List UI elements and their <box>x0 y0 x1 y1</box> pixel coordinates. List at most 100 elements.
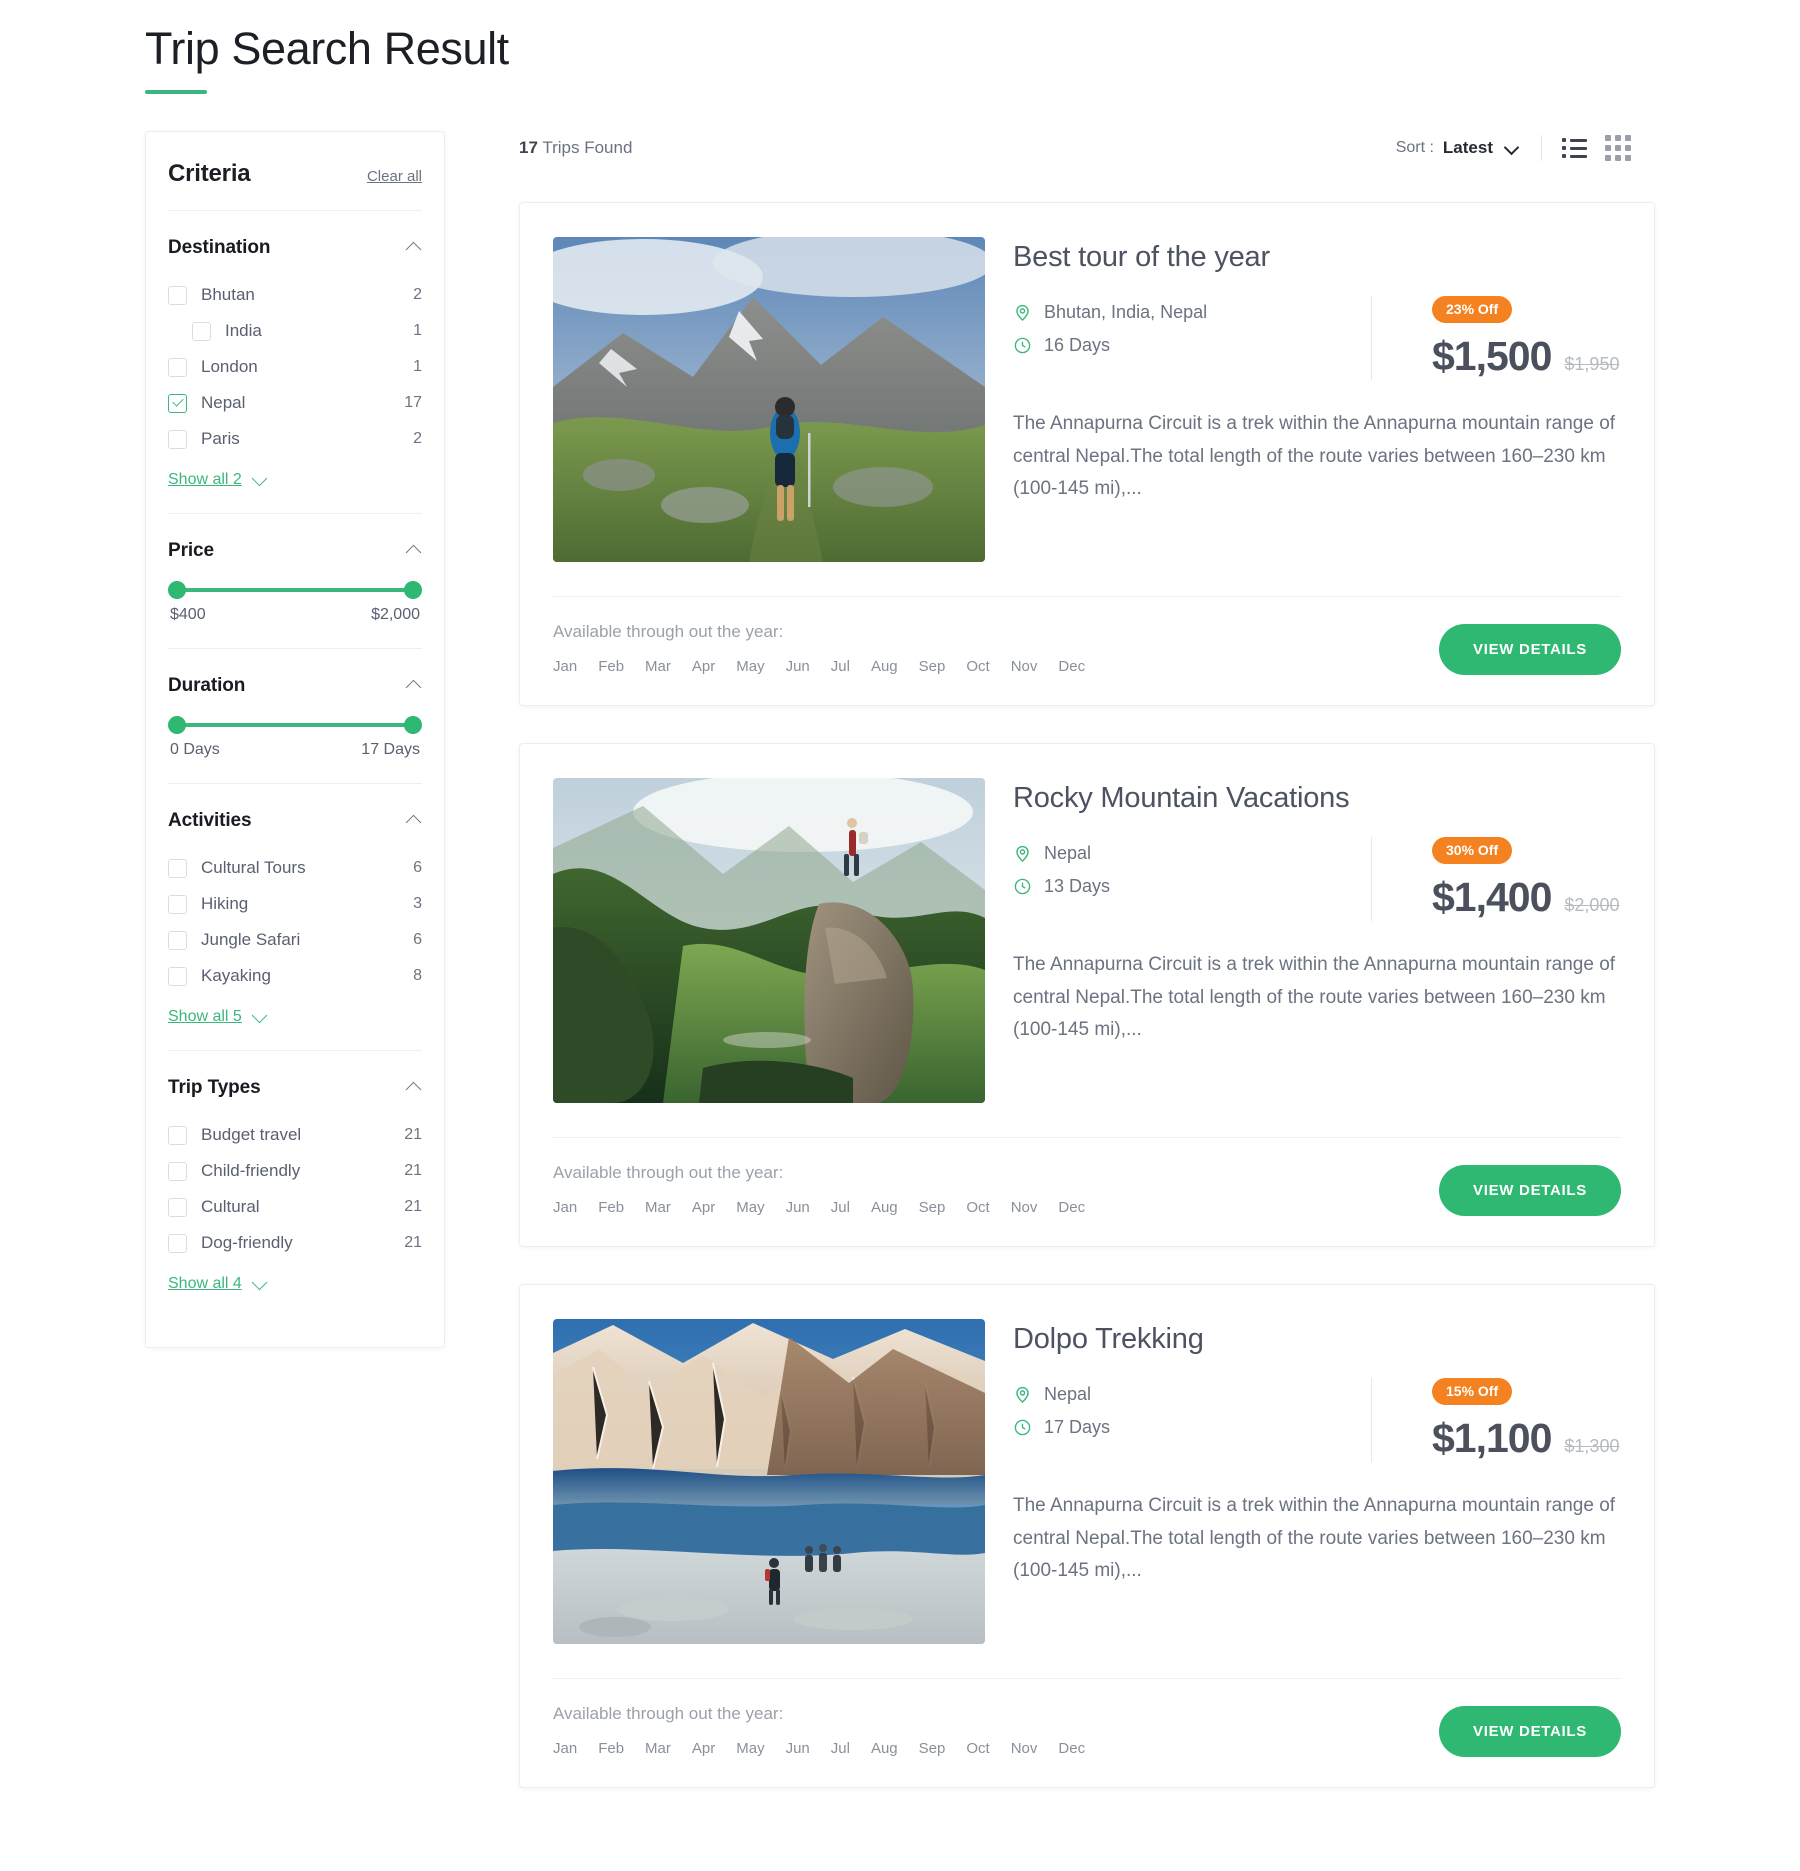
trip-thumbnail[interactable] <box>553 778 985 1103</box>
slider-handle-max[interactable] <box>404 581 422 599</box>
filter-option[interactable]: Hiking 3 <box>168 886 422 922</box>
filter-option[interactable]: Cultural 21 <box>168 1189 422 1225</box>
month-chip[interactable]: Sep <box>919 658 946 675</box>
trip-card[interactable]: Best tour of the year Bhutan, India, Nepa… <box>519 202 1655 706</box>
filter-option[interactable]: Budget travel 21 <box>168 1117 422 1153</box>
list-view-icon[interactable] <box>1562 138 1587 158</box>
chevron-down-icon[interactable] <box>252 472 268 488</box>
view-details-button[interactable]: VIEW DETAILS <box>1439 624 1621 675</box>
checkbox-icon[interactable] <box>168 357 187 377</box>
slider-handle-max[interactable] <box>404 716 422 734</box>
month-chip[interactable]: Apr <box>692 1199 715 1216</box>
chevron-up-icon[interactable] <box>406 813 422 829</box>
month-chip[interactable]: Oct <box>966 1199 989 1216</box>
checkbox-checked-icon[interactable] <box>168 393 187 413</box>
show-all-link[interactable]: Show all 4 <box>168 1275 422 1293</box>
month-chip[interactable]: Dec <box>1058 1199 1085 1216</box>
facet-header-3[interactable]: Activities <box>168 810 422 832</box>
checkbox-icon[interactable] <box>168 285 187 305</box>
clear-all-link[interactable]: Clear all <box>367 168 422 185</box>
month-chip[interactable]: Jul <box>831 1740 850 1757</box>
facet-header-2[interactable]: Duration <box>168 675 422 697</box>
month-chip[interactable]: Feb <box>598 1740 624 1757</box>
trip-card[interactable]: Rocky Mountain Vacations Nepal 13 Days 30% … <box>519 743 1655 1247</box>
month-chip[interactable]: Sep <box>919 1199 946 1216</box>
chevron-down-icon[interactable] <box>1505 141 1519 155</box>
month-chip[interactable]: Jan <box>553 658 577 675</box>
filter-option[interactable]: Kayaking 8 <box>168 958 422 994</box>
month-chip[interactable]: Nov <box>1011 1199 1038 1216</box>
checkbox-icon[interactable] <box>168 1197 187 1217</box>
facet-header-4[interactable]: Trip Types <box>168 1077 422 1099</box>
checkbox-icon[interactable] <box>168 930 187 950</box>
trip-title[interactable]: Dolpo Trekking <box>1013 1323 1621 1356</box>
slider-track[interactable] <box>168 716 422 734</box>
month-chip[interactable]: Nov <box>1011 1740 1038 1757</box>
checkbox-icon[interactable] <box>168 429 187 449</box>
trip-thumbnail[interactable] <box>553 1319 985 1644</box>
trip-title[interactable]: Rocky Mountain Vacations <box>1013 782 1621 815</box>
view-details-button[interactable]: VIEW DETAILS <box>1439 1706 1621 1757</box>
slider-handle-min[interactable] <box>168 716 186 734</box>
month-chip[interactable]: Jun <box>786 658 810 675</box>
show-all-link[interactable]: Show all 2 <box>168 471 422 489</box>
month-chip[interactable]: Oct <box>966 1740 989 1757</box>
sort-selected-value[interactable]: Latest <box>1443 138 1493 158</box>
chevron-down-icon[interactable] <box>252 1276 268 1292</box>
checkbox-icon[interactable] <box>168 1125 187 1145</box>
filter-option[interactable]: Cultural Tours 6 <box>168 850 422 886</box>
month-chip[interactable]: Mar <box>645 1740 671 1757</box>
month-chip[interactable]: Apr <box>692 658 715 675</box>
month-chip[interactable]: Aug <box>871 1740 898 1757</box>
filter-option[interactable]: Jungle Safari 6 <box>168 922 422 958</box>
filter-option[interactable]: Child-friendly 21 <box>168 1153 422 1189</box>
checkbox-icon[interactable] <box>168 894 187 914</box>
month-chip[interactable]: Dec <box>1058 1740 1085 1757</box>
range-slider[interactable]: $400 $2,000 <box>168 581 422 624</box>
month-chip[interactable]: Jul <box>831 1199 850 1216</box>
chevron-down-icon[interactable] <box>252 1009 268 1025</box>
filter-option[interactable]: Bhutan 2 <box>168 277 422 313</box>
chevron-up-icon[interactable] <box>406 543 422 559</box>
checkbox-icon[interactable] <box>168 858 187 878</box>
slider-track[interactable] <box>168 581 422 599</box>
checkbox-icon[interactable] <box>192 321 211 341</box>
grid-view-icon[interactable] <box>1605 135 1631 161</box>
month-chip[interactable]: Feb <box>598 1199 624 1216</box>
chevron-up-icon[interactable] <box>406 1080 422 1096</box>
checkbox-icon[interactable] <box>168 1161 187 1181</box>
month-chip[interactable]: Apr <box>692 1740 715 1757</box>
view-details-button[interactable]: VIEW DETAILS <box>1439 1165 1621 1216</box>
filter-option[interactable]: Nepal 17 <box>168 385 422 421</box>
month-chip[interactable]: Mar <box>645 1199 671 1216</box>
filter-option[interactable]: India 1 <box>168 313 422 349</box>
chevron-up-icon[interactable] <box>406 678 422 694</box>
facet-header-1[interactable]: Price <box>168 540 422 562</box>
filter-option[interactable]: Paris 2 <box>168 421 422 457</box>
month-chip[interactable]: May <box>736 658 764 675</box>
checkbox-icon[interactable] <box>168 966 187 986</box>
month-chip[interactable]: Oct <box>966 658 989 675</box>
month-chip[interactable]: Sep <box>919 1740 946 1757</box>
trip-card[interactable]: Dolpo Trekking Nepal 17 Days 15% Off $1,100 $… <box>519 1284 1655 1788</box>
month-chip[interactable]: Aug <box>871 658 898 675</box>
range-slider[interactable]: 0 Days 17 Days <box>168 716 422 759</box>
slider-handle-min[interactable] <box>168 581 186 599</box>
month-chip[interactable]: Jun <box>786 1199 810 1216</box>
filter-option[interactable]: Dog-friendly 21 <box>168 1225 422 1261</box>
month-chip[interactable]: Aug <box>871 1199 898 1216</box>
month-chip[interactable]: Nov <box>1011 658 1038 675</box>
month-chip[interactable]: May <box>736 1740 764 1757</box>
filter-option[interactable]: London 1 <box>168 349 422 385</box>
month-chip[interactable]: Jan <box>553 1199 577 1216</box>
facet-header-0[interactable]: Destination <box>168 237 422 259</box>
trip-title[interactable]: Best tour of the year <box>1013 241 1621 274</box>
show-all-link[interactable]: Show all 5 <box>168 1008 422 1026</box>
chevron-up-icon[interactable] <box>406 240 422 256</box>
month-chip[interactable]: Jul <box>831 658 850 675</box>
month-chip[interactable]: Jan <box>553 1740 577 1757</box>
month-chip[interactable]: May <box>736 1199 764 1216</box>
month-chip[interactable]: Dec <box>1058 658 1085 675</box>
month-chip[interactable]: Jun <box>786 1740 810 1757</box>
checkbox-icon[interactable] <box>168 1233 187 1253</box>
